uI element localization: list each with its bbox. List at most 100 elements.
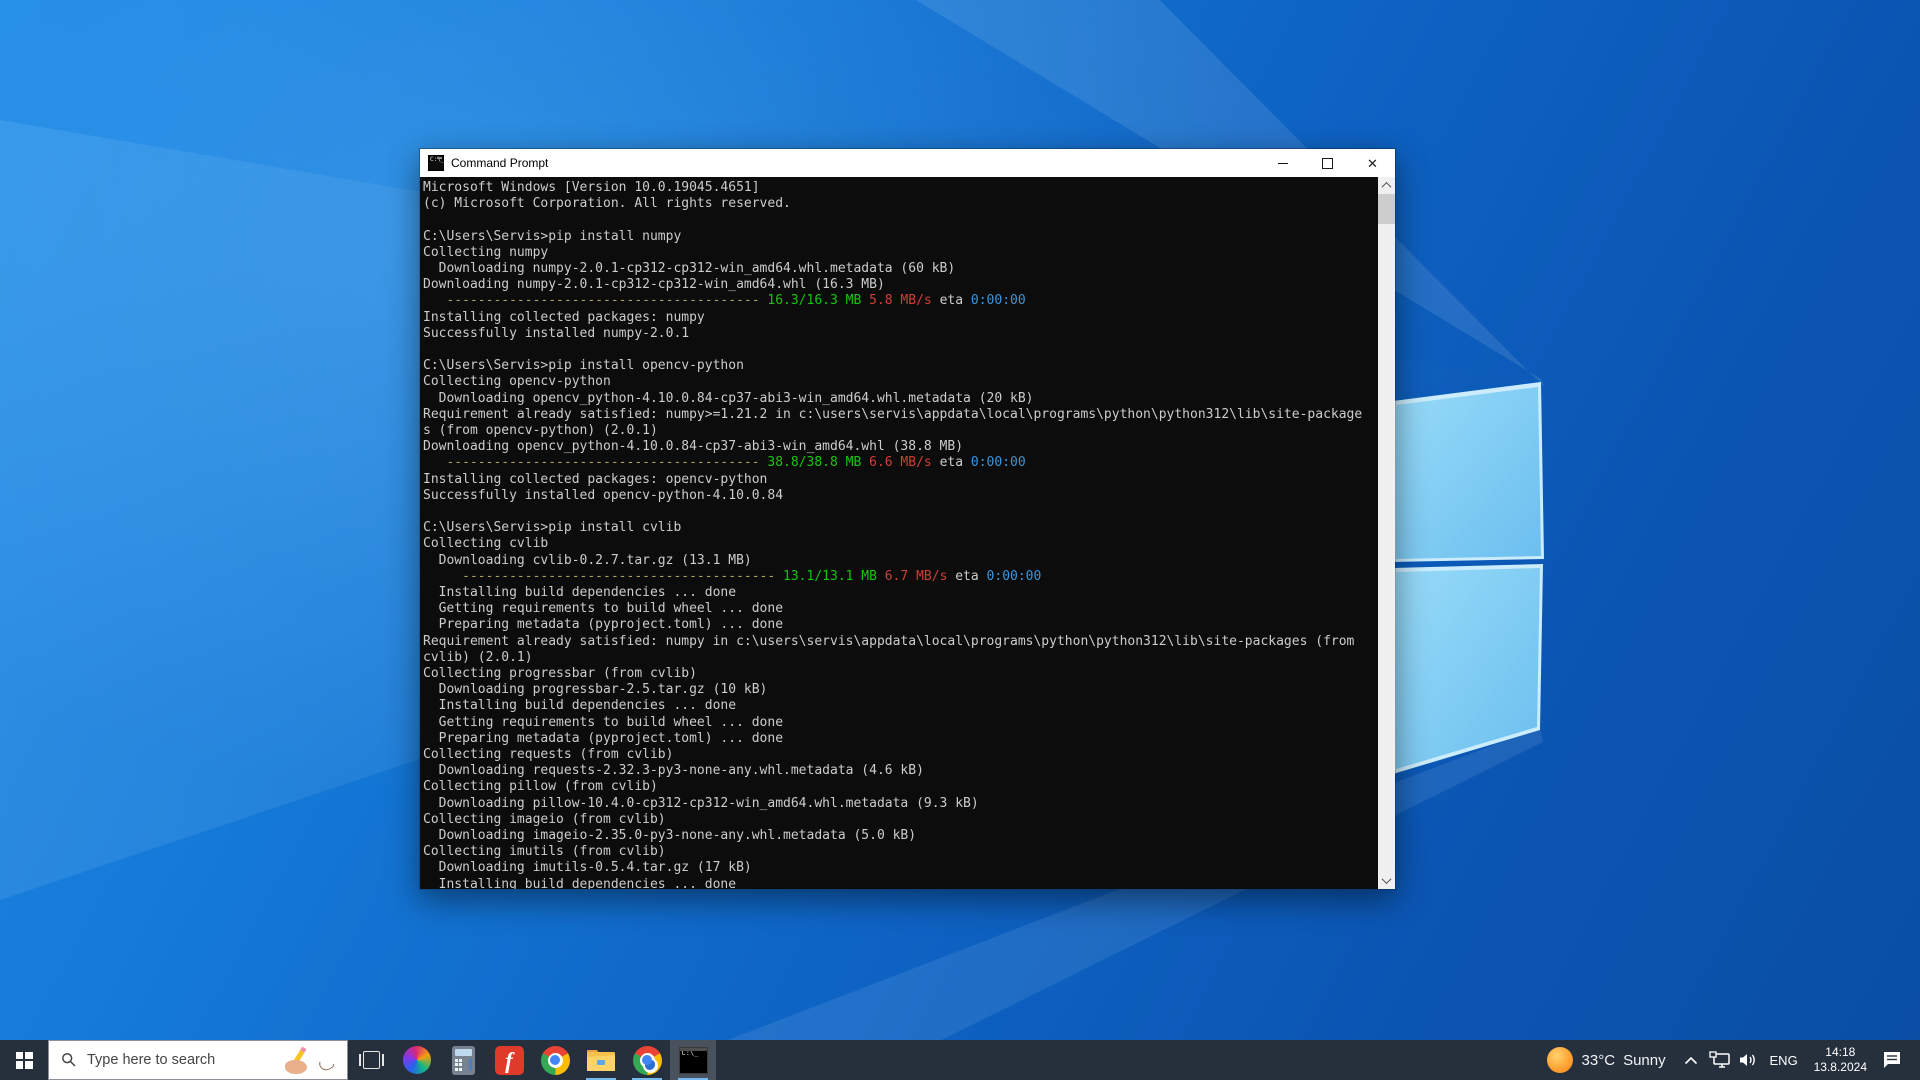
desktop: Command Prompt ✕ Microsoft Windows [Vers… [0,0,1920,1080]
chrome-shortcut-badge-icon [642,1057,658,1073]
terminal-area[interactable]: Microsoft Windows [Version 10.0.19045.46… [420,177,1395,889]
start-button[interactable] [0,1040,48,1080]
taskbar-search[interactable] [48,1040,348,1080]
taskbar-item-command-prompt[interactable] [670,1040,716,1080]
terminal-line: Downloading imutils-0.5.4.tar.gz (17 kB) [423,860,752,876]
command-prompt-window: Command Prompt ✕ Microsoft Windows [Vers… [419,148,1396,890]
terminal-line: Microsoft Windows [Version 10.0.19045.46… [423,180,760,195]
taskbar-item-f-app[interactable]: f [486,1040,532,1080]
terminal-line: Collecting progressbar (from cvlib) [423,666,697,682]
clock-date: 13.8.2024 [1813,1060,1867,1074]
terminal-line: ----------------------------------------… [423,455,1026,471]
copilot-icon [403,1046,431,1074]
taskbar-item-copilot[interactable] [394,1040,440,1080]
file-explorer-icon [587,1050,615,1071]
terminal-line: Downloading opencv_python-4.10.0.84-cp37… [423,390,1034,406]
minimize-icon [1277,162,1288,164]
maximize-icon [1322,157,1333,169]
terminal-line: C:\Users\Servis>pip install opencv-pytho… [423,358,744,374]
windows-logo-icon [15,1051,33,1069]
tray-chevron-button[interactable] [1678,1040,1705,1080]
action-center-button[interactable] [1878,1040,1905,1080]
cmd-window-icon [428,155,444,171]
terminal-line: Getting requirements to build wheel ... … [423,601,784,617]
chevron-up-icon [1685,1056,1698,1064]
terminal-line: Installing collected packages: opencv-py… [423,471,768,487]
taskbar-clock[interactable]: 14:18 13.8.2024 [1805,1045,1876,1075]
terminal-line: ----------------------------------------… [423,293,1026,309]
terminal-line: Collecting imutils (from cvlib) [423,844,666,860]
vertical-scrollbar[interactable] [1378,177,1395,889]
sun-icon [1546,1047,1573,1073]
terminal-line: Preparing metadata (pyproject.toml) ... … [423,617,784,633]
taskbar-item-calculator[interactable] [440,1040,486,1080]
terminal-line: Installing build dependencies ... done [423,876,737,889]
calculator-icon [451,1045,475,1075]
chrome-icon [540,1045,570,1075]
terminal-line: Collecting opencv-python [423,374,611,390]
minimize-button[interactable] [1260,149,1305,177]
chrome-shortcut-icon [632,1045,662,1075]
terminal-line: Preparing metadata (pyproject.toml) ... … [423,730,784,746]
f-red-app-icon: f [494,1045,524,1075]
terminal-line: Collecting numpy [423,244,549,260]
taskbar-item-file-explorer[interactable] [578,1040,624,1080]
network-icon [1709,1051,1730,1068]
terminal-line: Installing build dependencies ... done [423,698,737,714]
terminal-line: Installing collected packages: numpy [423,309,705,325]
clock-time: 14:18 [1825,1045,1856,1059]
terminal-line: Downloading numpy-2.0.1-cp312-cp312-win_… [423,277,885,293]
terminal-line: Downloading cvlib-0.2.7.tar.gz (13.1 MB) [423,552,752,568]
terminal-line: s (from opencv-python) (2.0.1) [423,423,658,439]
scrollbar-thumb[interactable] [1378,194,1395,224]
terminal-line: Getting requirements to build wheel ... … [423,714,784,730]
window-titlebar[interactable]: Command Prompt ✕ [420,149,1395,177]
terminal-line: Collecting cvlib [423,536,549,552]
terminal-line: Downloading requests-2.32.3-py3-none-any… [423,763,924,779]
language-indicator[interactable]: ENG [1765,1053,1803,1068]
taskbar-item-chrome-shortcut[interactable] [624,1040,670,1080]
weather-temp: 33°C [1581,1051,1616,1069]
scroll-down-icon[interactable] [1378,872,1395,889]
tray-network-button[interactable] [1707,1040,1734,1080]
weather-widget[interactable]: 33°C Sunny [1535,1040,1678,1080]
notification-icon [1883,1052,1900,1068]
maximize-button[interactable] [1305,149,1350,177]
terminal-line: Requirement already satisfied: numpy>=1.… [423,406,1363,422]
close-button[interactable]: ✕ [1350,149,1395,177]
terminal-line: Downloading opencv_python-4.10.0.84-cp37… [423,439,964,455]
weather-condition: Sunny [1623,1051,1666,1069]
terminal-line: Collecting requests (from cvlib) [423,747,674,763]
scroll-up-icon[interactable] [1378,177,1395,194]
terminal-line: Successfully installed opencv-python-4.1… [423,487,784,503]
terminal-line: Requirement already satisfied: numpy in … [423,633,1355,649]
terminal-line: Installing build dependencies ... done [423,585,737,601]
terminal-line: C:\Users\Servis>pip install numpy [423,228,682,244]
terminal-line: cvlib) (2.0.1) [423,649,533,665]
search-icon [62,1053,76,1067]
taskbar-item-chrome[interactable] [532,1040,578,1080]
task-view-button[interactable] [348,1040,394,1080]
tray-volume-button[interactable] [1736,1040,1763,1080]
window-title: Command Prompt [451,156,549,170]
close-icon: ✕ [1367,155,1378,171]
taskbar-spacer [716,1040,1535,1080]
terminal-line: Successfully installed numpy-2.0.1 [423,325,690,341]
terminal-line: Downloading progressbar-2.5.tar.gz (10 k… [423,682,768,698]
terminal-line: Collecting imageio (from cvlib) [423,811,666,827]
terminal-line: Downloading pillow-10.4.0-cp312-cp312-wi… [423,795,979,811]
terminal-line: C:\Users\Servis>pip install cvlib [423,520,682,536]
terminal-line: (c) Microsoft Corporation. All rights re… [423,196,791,212]
taskbar: f 33°C Sunny [0,1040,1920,1080]
speaker-icon [1740,1054,1756,1066]
terminal-line: ----------------------------------------… [423,568,1042,584]
terminal-line: Downloading numpy-2.0.1-cp312-cp312-win_… [423,261,956,276]
search-input[interactable] [87,1052,347,1068]
command-prompt-icon [678,1046,708,1074]
task-view-icon [358,1051,384,1069]
terminal-line: Collecting pillow (from cvlib) [423,779,658,795]
terminal-output: Microsoft Windows [Version 10.0.19045.46… [423,180,1378,889]
